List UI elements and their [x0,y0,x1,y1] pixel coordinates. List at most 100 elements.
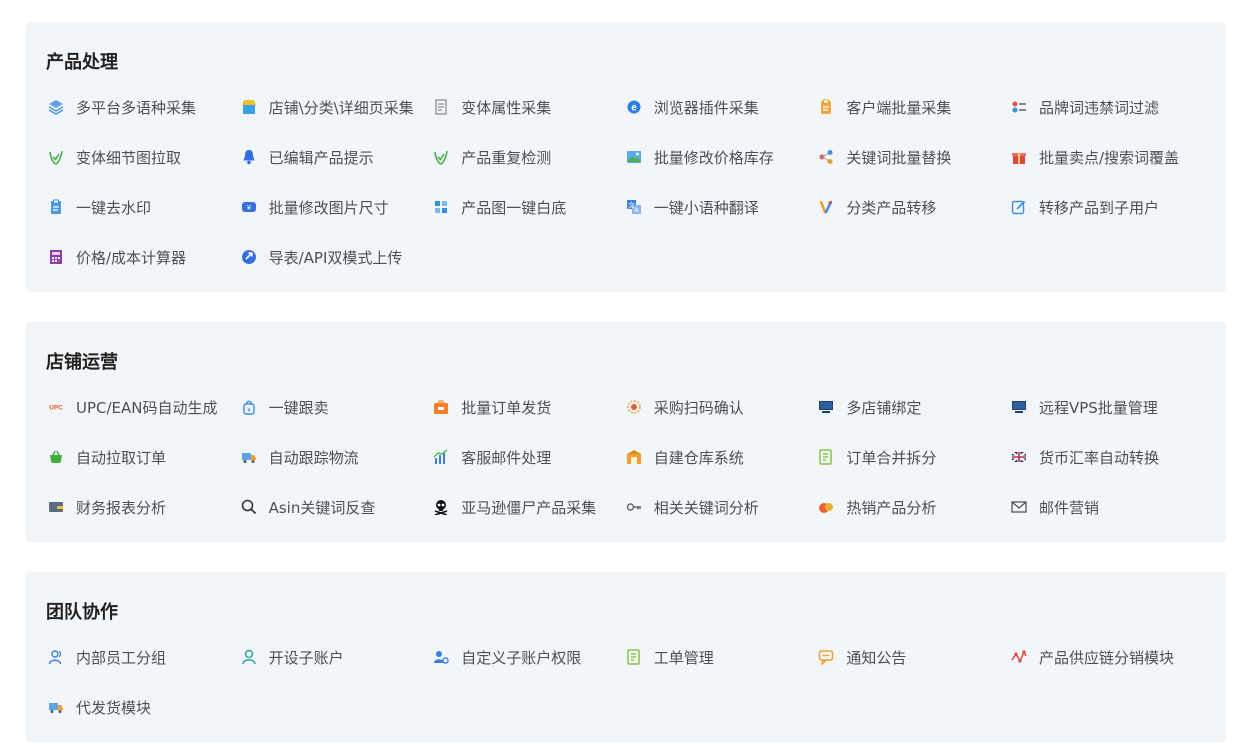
feature-item-label: 远程VPS批量管理 [1038,398,1158,417]
basket-icon [46,447,66,467]
feature-item-label: 开设子账户 [268,648,344,667]
fire-icon [816,497,836,517]
feature-item-label: 亚马逊僵尸产品采集 [461,498,597,517]
transfer-icon [816,197,836,217]
feature-item[interactable]: 热销产品分析 [816,492,1009,522]
svg-text:¥: ¥ [247,205,251,212]
feature-item-label: 自建仓库系统 [653,448,744,467]
feature-item[interactable]: Asin关键词反查 [239,492,432,522]
feature-item[interactable]: 批量卖点/搜索词覆盖 [1009,142,1202,172]
feature-item-label: 已编辑产品提示 [268,148,374,167]
user-icon [239,647,259,667]
calculator-icon [46,247,66,267]
translate-icon: 文A [624,197,644,217]
feature-item[interactable]: 通知公告 [816,642,1009,672]
feature-item[interactable]: 工单管理 [624,642,817,672]
wallet-icon [46,497,66,517]
feature-item-label: 客户端批量采集 [846,98,952,117]
list-icon [624,647,644,667]
gift-icon [1009,147,1029,167]
feature-item-label: 一键去水印 [76,198,152,217]
feature-item[interactable]: 自建仓库系统 [624,442,817,472]
clipboard-icon [46,197,66,217]
feature-grid: 内部员工分组 开设子账户 自定义子账户权限 工单管理 通知公告 产品供应链分销模块代发货模… [46,642,1202,742]
feature-item[interactable]: ¥ 一键跟卖 [239,392,432,422]
feature-item[interactable]: 已编辑产品提示 [239,142,432,172]
feature-item-label: 产品供应链分销模块 [1038,648,1174,667]
group-icon [46,647,66,667]
truck-icon [46,697,66,717]
feature-item[interactable]: 自动拉取订单 [46,442,239,472]
feature-item-label: 变体属性采集 [461,98,552,117]
feature-item[interactable]: 产品图一键白底 [431,192,624,222]
feature-item-label: 批量订单发货 [461,398,552,417]
feature-item-label: 采购扫码确认 [653,398,744,417]
share-icon [816,147,836,167]
feature-item[interactable]: 文 A 一键小语种翻译 [624,192,817,222]
feature-item[interactable]: 亚马逊僵尸产品采集 [431,492,624,522]
upc-icon: UPC [46,397,66,417]
feature-item-label: 自动拉取订单 [76,448,167,467]
warehouse-icon [624,447,644,467]
feature-item[interactable]: 价格/成本计算器 [46,242,239,272]
feature-item[interactable]: 多店铺绑定 [816,392,1009,422]
layers-icon [46,97,66,117]
feature-item[interactable]: UPC UPC/EAN码自动生成 [46,392,239,422]
feature-item[interactable]: 分类产品转移 [816,192,1009,222]
filter-icon [1009,97,1029,117]
feature-item[interactable]: 变体属性采集 [431,92,624,122]
feature-item[interactable]: 关键词批量替换 [816,142,1009,172]
feature-item[interactable]: 一键去水印 [46,192,239,222]
feature-item[interactable]: 变体细节图拉取 [46,142,239,172]
feature-item[interactable]: 货币汇率自动转换 [1009,442,1202,472]
feature-item[interactable]: 订单合并拆分 [816,442,1009,472]
feature-item[interactable]: 批量修改价格库存 [624,142,817,172]
feature-item[interactable]: 财务报表分析 [46,492,239,522]
feature-item[interactable]: 开设子账户 [239,642,432,672]
section-product-processing: 产品处理 多平台多语种采集 店铺\分类\详细页采集 变体属性采集 e 浏览器插件采集 客户… [26,22,1226,292]
feature-item[interactable]: 导表/API双模式上传 [239,242,432,272]
feature-item[interactable]: 相关关键词分析 [624,492,817,522]
feature-item[interactable]: 客服邮件处理 [431,442,624,472]
feature-item-label: 品牌词违禁词过滤 [1038,98,1159,117]
resize-icon: ¥ [239,197,259,217]
feature-item[interactable]: 客户端批量采集 [816,92,1009,122]
feature-item[interactable]: 采购扫码确认 [624,392,817,422]
image-icon [624,147,644,167]
scan-icon [624,397,644,417]
feature-item[interactable]: 代发货模块 [46,692,239,722]
feature-item[interactable]: ¥ 批量修改图片尺寸 [239,192,432,222]
feature-item[interactable]: 自动跟踪物流 [239,442,432,472]
feature-item-label: 产品图一键白底 [461,198,567,217]
feature-item-label: 工单管理 [653,648,714,667]
bag-icon: ¥ [239,397,259,417]
feature-item[interactable]: 多平台多语种采集 [46,92,239,122]
feature-item[interactable]: 转移产品到子用户 [1009,192,1202,222]
feature-item[interactable]: 批量订单发货 [431,392,624,422]
feature-item-label: 多平台多语种采集 [76,98,197,117]
upload-icon [239,247,259,267]
browser-icon: e [624,97,644,117]
feature-grid: UPC UPC/EAN码自动生成 ¥ 一键跟卖 批量订单发货 采购扫码确认 多店铺绑定 远程V… [46,392,1202,542]
feature-item-label: 自动跟踪物流 [268,448,359,467]
feature-item-label: 批量修改图片尺寸 [268,198,389,217]
network-icon [1009,647,1029,667]
message-icon [816,647,836,667]
feature-item[interactable]: 店铺\分类\详细页采集 [239,92,432,122]
grid-icon [431,197,451,217]
feature-item[interactable]: 产品重复检测 [431,142,624,172]
feature-item-label: 导表/API双模式上传 [268,248,403,267]
feature-item[interactable]: 远程VPS批量管理 [1009,392,1202,422]
feature-item[interactable]: 自定义子账户权限 [431,642,624,672]
feature-item[interactable]: e 浏览器插件采集 [624,92,817,122]
feature-item[interactable]: 产品供应链分销模块 [1009,642,1202,672]
feature-item[interactable]: 邮件营销 [1009,492,1202,522]
feature-item-label: Asin关键词反查 [268,498,376,517]
flag-icon [1009,447,1029,467]
feature-item-label: 热销产品分析 [846,498,937,517]
section-title: 店铺运营 [46,352,118,373]
feature-item[interactable]: 品牌词违禁词过滤 [1009,92,1202,122]
feature-item[interactable]: 内部员工分组 [46,642,239,672]
monitor-icon [1009,397,1029,417]
feature-item-label: 邮件营销 [1038,498,1099,517]
